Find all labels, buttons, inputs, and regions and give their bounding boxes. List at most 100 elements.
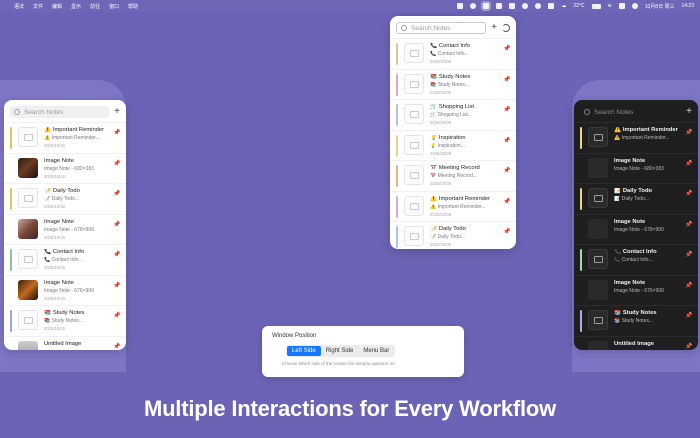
status-circle-icon[interactable] bbox=[470, 3, 477, 9]
note-item[interactable]: 🛒 Shopping List 🛒 Shopping List... 2025/10… bbox=[390, 99, 516, 130]
status-grid-icon[interactable] bbox=[548, 3, 555, 9]
search-icon bbox=[401, 25, 407, 31]
search-input[interactable]: Search Notes bbox=[580, 106, 681, 118]
status-dot-icon[interactable] bbox=[522, 3, 529, 9]
pin-icon[interactable]: 📌 bbox=[113, 158, 120, 184]
note-item[interactable]: Image Note Image Note - 678×900 2025/10/16… bbox=[4, 213, 126, 245]
note-item[interactable]: 📞 Contact Info 📞 Contact Info... 📌 bbox=[574, 244, 698, 275]
note-item[interactable]: 📞 Contact Info 📞 Contact Info... 2025/10/1… bbox=[4, 244, 126, 275]
pin-icon[interactable]: 📌 bbox=[685, 249, 692, 275]
note-item[interactable]: ⚠️ Important Reminder ⚠️ Important Remind… bbox=[574, 122, 698, 153]
menu-bar-option[interactable]: Menu Bar bbox=[358, 346, 394, 356]
wifi-icon[interactable]: ≋ bbox=[608, 3, 612, 9]
menu-go[interactable]: 前往 bbox=[90, 3, 100, 10]
menubar-date[interactable]: 10月8日 周三 bbox=[645, 3, 675, 10]
menu-help[interactable]: 帮助 bbox=[128, 3, 138, 10]
status-clock-icon[interactable] bbox=[535, 3, 542, 9]
pin-icon[interactable]: 📌 bbox=[503, 165, 510, 191]
pin-icon[interactable]: 📌 bbox=[503, 43, 510, 69]
pin-icon[interactable]: 📌 bbox=[503, 74, 510, 100]
pin-icon[interactable]: 📌 bbox=[503, 104, 510, 130]
note-text: 💡 Inspiration 💡 Inspiration... 2025/10/08 bbox=[430, 135, 497, 161]
sync-icon[interactable] bbox=[502, 24, 510, 32]
note-item[interactable]: Image Note Image Note - 678×900 📌 bbox=[574, 213, 698, 245]
note-item[interactable]: Untitled Image 📌 bbox=[4, 335, 126, 351]
document-icon bbox=[410, 80, 419, 88]
menu-file[interactable]: 文件 bbox=[33, 3, 43, 10]
note-item[interactable]: 💡 Inspiration 💡 Inspiration... 2025/10/08 📌 bbox=[390, 129, 516, 161]
menu-window[interactable]: 窗口 bbox=[109, 3, 119, 10]
note-thumbnail-icon bbox=[588, 310, 608, 330]
pin-icon[interactable]: 📌 bbox=[113, 249, 120, 275]
pin-icon[interactable]: 📌 bbox=[685, 158, 692, 184]
note-item[interactable]: Image Note Image Note - 676×900 📌 bbox=[574, 274, 698, 306]
battery-icon[interactable] bbox=[591, 3, 601, 9]
note-title: Image Note bbox=[614, 279, 646, 286]
pin-icon[interactable]: 📌 bbox=[113, 310, 120, 336]
pin-icon[interactable]: 📌 bbox=[685, 310, 692, 336]
note-item[interactable]: ⚠️ Important Reminder ⚠️ Important Remind… bbox=[4, 122, 126, 153]
note-thumbnail-icon bbox=[404, 165, 424, 185]
note-text: Image Note Image Note - 676×900 bbox=[614, 280, 679, 306]
menu-view[interactable]: 显示 bbox=[71, 3, 81, 10]
note-date: 2025/10/16 bbox=[44, 143, 65, 148]
note-item[interactable]: 📞 Contact Info 📞 Contact Info... 2025/10/0… bbox=[390, 38, 516, 69]
status-chat-icon[interactable] bbox=[509, 3, 516, 9]
pin-icon[interactable]: 📌 bbox=[685, 341, 692, 351]
note-text: 📚 Study Notes 📚 Study Notes... bbox=[614, 310, 679, 336]
pin-icon[interactable]: 📌 bbox=[113, 188, 120, 214]
note-item[interactable]: 📚 Study Notes 📚 Study Notes... 2025/10/16 📌 bbox=[4, 305, 126, 336]
note-item[interactable]: ⚠️ Important Reminder ⚠️ Important Remind… bbox=[390, 190, 516, 222]
note-item[interactable]: Untitled Image 📌 bbox=[574, 335, 698, 351]
status-square-icon[interactable] bbox=[496, 3, 503, 9]
image-thumbnail bbox=[588, 279, 608, 300]
control-center-icon[interactable] bbox=[631, 3, 638, 9]
document-icon bbox=[594, 256, 603, 263]
note-color-bar bbox=[10, 249, 12, 271]
weather-icon[interactable]: ☁ bbox=[561, 3, 566, 9]
note-item[interactable]: 📝 Daily Todo 📝 Daily Todo... 2025/10/08 📌 bbox=[390, 221, 516, 249]
pin-icon[interactable]: 📌 bbox=[503, 135, 510, 161]
note-color-bar bbox=[580, 188, 582, 210]
note-item[interactable]: 📚 Study Notes 📚 Study Notes... 📌 bbox=[574, 305, 698, 336]
pin-icon[interactable]: 📌 bbox=[685, 280, 692, 306]
note-thumbnail-icon bbox=[404, 134, 424, 155]
menu-app[interactable]: 语法 bbox=[14, 3, 24, 10]
note-title: 📚 Study Notes bbox=[614, 310, 657, 316]
add-note-icon[interactable]: + bbox=[114, 107, 120, 117]
weather-temp[interactable]: 22°C bbox=[573, 3, 584, 9]
note-item[interactable]: Image Note Image Note - 676×900 2025/10/16… bbox=[4, 274, 126, 306]
pin-icon[interactable]: 📌 bbox=[113, 280, 120, 306]
pin-icon[interactable]: 📌 bbox=[685, 127, 692, 153]
note-color-bar bbox=[396, 73, 398, 96]
search-icon bbox=[14, 109, 20, 115]
left-side-option[interactable]: Left Side bbox=[287, 346, 321, 356]
note-text: 📝 Daily Todo 📝 Daily Todo... bbox=[614, 188, 679, 214]
note-item[interactable]: Image Note Image Note - 680×383 2025/10/16… bbox=[4, 152, 126, 184]
menubar-time[interactable]: 14:23 bbox=[681, 3, 694, 9]
search-input[interactable]: Search Notes bbox=[396, 22, 487, 34]
pin-icon[interactable]: 📌 bbox=[685, 188, 692, 214]
add-note-icon[interactable]: + bbox=[686, 107, 692, 117]
note-item[interactable]: Image Note Image Note - 680×383 📌 bbox=[574, 152, 698, 184]
pin-icon[interactable]: 📌 bbox=[503, 226, 510, 249]
add-note-icon[interactable]: + bbox=[491, 23, 497, 33]
input-method-icon[interactable] bbox=[618, 3, 625, 9]
search-input[interactable]: Search Notes bbox=[10, 106, 110, 118]
pin-icon[interactable]: 📌 bbox=[113, 341, 120, 351]
note-text: Image Note Image Note - 680×383 bbox=[614, 158, 679, 184]
notes-menubar-icon[interactable] bbox=[481, 1, 492, 11]
status-app-icon[interactable] bbox=[457, 3, 464, 9]
note-item[interactable]: 📅 Meeting Record 📅 Meeting Record... 2025/… bbox=[390, 160, 516, 191]
menu-edit[interactable]: 编辑 bbox=[52, 3, 62, 10]
pin-icon[interactable]: 📌 bbox=[685, 219, 692, 245]
note-list: ⚠️ Important Reminder ⚠️ Important Remind… bbox=[4, 122, 126, 350]
note-item[interactable]: 📝 Daily Todo 📝 Daily Todo... 2025/10/16 📌 bbox=[4, 183, 126, 214]
note-item[interactable]: 📝 Daily Todo 📝 Daily Todo... 📌 bbox=[574, 183, 698, 214]
pin-icon[interactable]: 📌 bbox=[113, 219, 120, 245]
pin-icon[interactable]: 📌 bbox=[503, 196, 510, 222]
right-side-option[interactable]: Right Side bbox=[321, 346, 359, 356]
note-item[interactable]: 📚 Study Notes 📚 Study Notes... 2025/10/08 📌 bbox=[390, 68, 516, 100]
note-thumbnail-icon bbox=[588, 127, 608, 147]
pin-icon[interactable]: 📌 bbox=[113, 127, 120, 153]
